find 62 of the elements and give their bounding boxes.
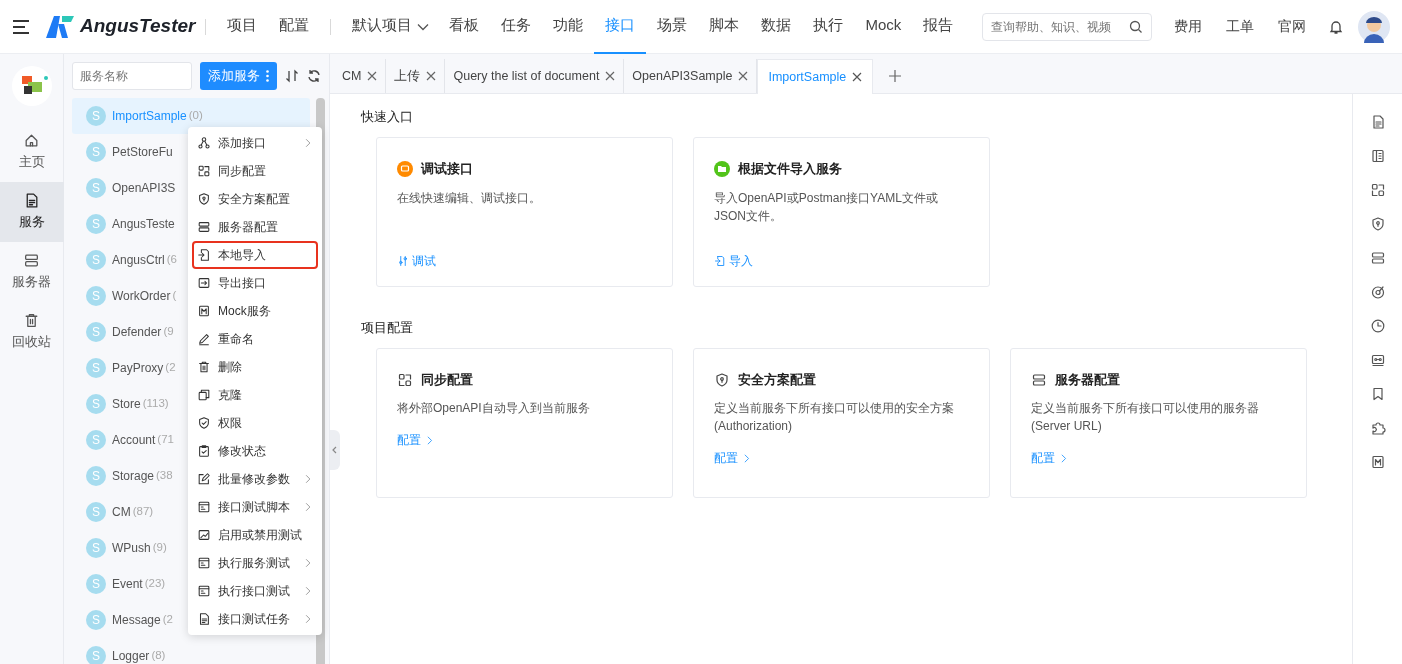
rail-label: 回收站 <box>12 333 51 352</box>
service-count: (87) <box>132 504 154 520</box>
service-name: Message <box>112 612 161 629</box>
service-count: (2 <box>162 612 173 628</box>
service-count: (23) <box>144 576 166 592</box>
card-description: 在线快速编辑、调试接口。 <box>397 189 542 207</box>
service-avatar: S <box>86 358 106 378</box>
service-count: (38 <box>156 468 173 484</box>
service-avatar: S <box>86 610 106 630</box>
service-name: Store <box>112 396 141 413</box>
rail-label: 主页 <box>18 153 45 172</box>
service-name: Account <box>112 432 156 449</box>
service-name: Defender <box>112 324 162 341</box>
service-name: ImportSample <box>112 108 187 125</box>
service-avatar: S <box>86 250 106 270</box>
service-count: (6 <box>166 252 177 268</box>
card-title: 根据文件导入服务 <box>738 160 842 178</box>
service-count: (0) <box>188 108 203 124</box>
card-description: 定义当前服务下所有接口可以使用的安全方案(Authorization) <box>714 400 955 436</box>
card-title: 服务器配置 <box>1055 371 1120 389</box>
service-count: ( <box>172 288 177 304</box>
service-name: CM <box>112 504 131 521</box>
service-avatar: S <box>86 646 106 664</box>
rail-label: 服务器 <box>12 273 51 292</box>
card-title: 调试接口 <box>421 160 473 178</box>
service-avatar: S <box>86 574 106 594</box>
brand-name: AngusTester <box>80 14 196 39</box>
card-title: 安全方案配置 <box>738 371 816 389</box>
section-title: 快速入口 <box>361 109 414 126</box>
service-avatar: S <box>86 502 106 522</box>
service-avatar: S <box>86 178 106 198</box>
service-name: OpenAPI3S <box>112 180 176 197</box>
service-count: (113) <box>142 396 169 412</box>
section-title: 项目配置 <box>361 319 414 337</box>
service-count: (8) <box>151 648 166 664</box>
service-name: Event <box>112 576 143 593</box>
service-name: AngusTeste <box>112 216 175 233</box>
service-name: Storage <box>112 468 155 485</box>
service-count: (9) <box>152 540 167 556</box>
service-name: AngusCtrl <box>112 252 165 269</box>
service-avatar: S <box>86 142 106 162</box>
service-name: Logger <box>112 648 150 664</box>
service-name: WPush <box>112 540 151 557</box>
card-title: 同步配置 <box>421 371 473 389</box>
service-avatar: S <box>86 106 106 126</box>
service-count: (9 <box>163 324 174 340</box>
service-avatar: S <box>86 394 106 414</box>
service-name: PayProxy <box>112 360 164 377</box>
service-avatar: S <box>86 538 106 558</box>
service-avatar: S <box>86 322 106 342</box>
service-count: (71 <box>157 432 174 448</box>
card-description: 将外部OpenAPI自动导入到当前服务 <box>397 400 591 418</box>
service-avatar: S <box>86 214 106 234</box>
service-avatar: S <box>86 466 106 486</box>
card-description: 定义当前服务下所有接口可以使用的服务器(Server URL) <box>1031 400 1260 436</box>
service-avatar: S <box>86 286 106 306</box>
service-name: WorkOrder <box>112 288 171 305</box>
service-name: PetStoreFu <box>112 144 173 161</box>
card-description: 导入OpenAPI或Postman接口YAML文件或JSON文件。 <box>714 189 939 225</box>
service-count: (2 <box>165 360 176 376</box>
rail-label: 服务 <box>18 213 45 232</box>
service-avatar: S <box>86 430 106 450</box>
